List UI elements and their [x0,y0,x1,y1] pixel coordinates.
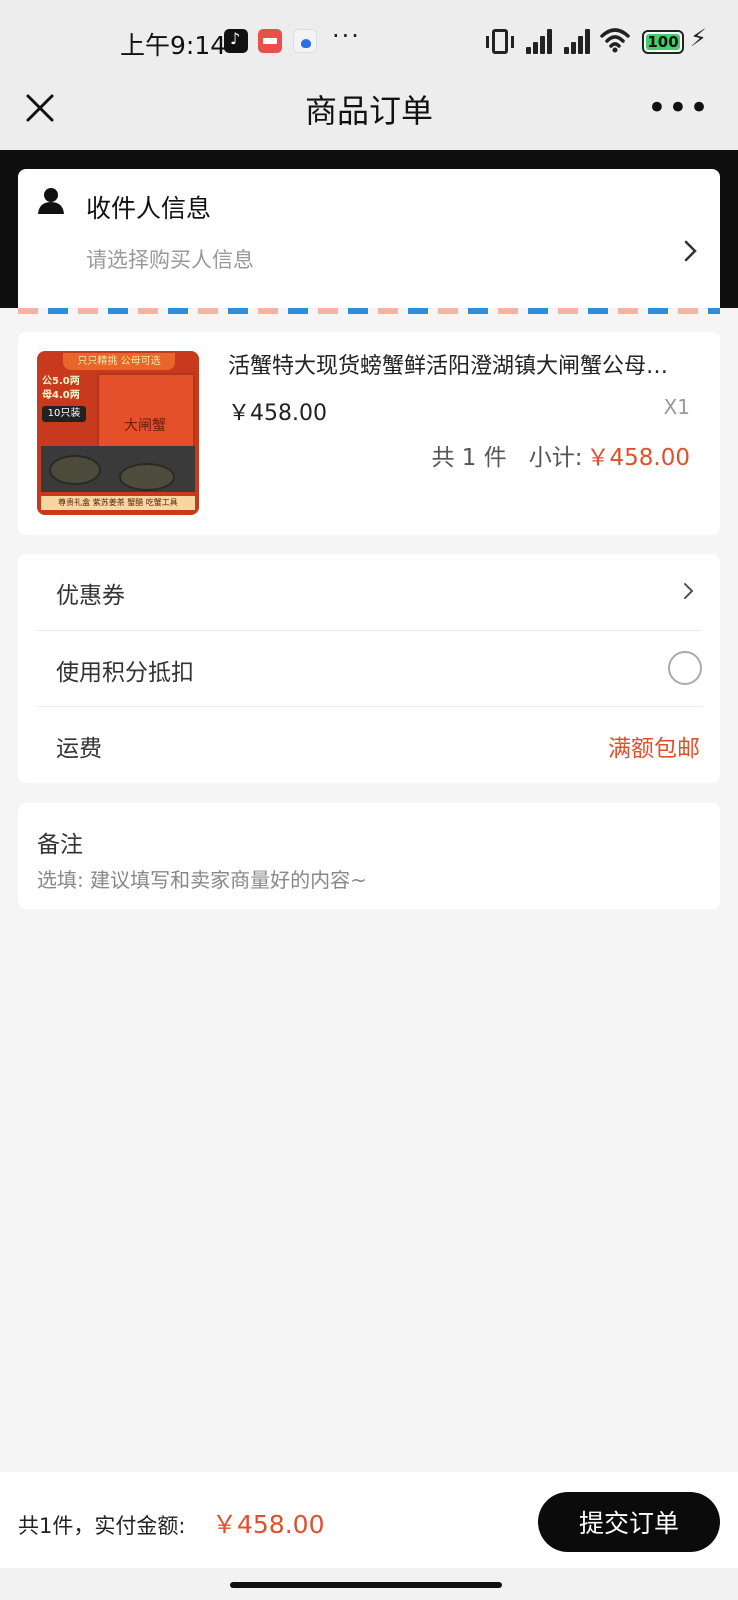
product-image[interactable]: 只只精挑 公母可选 公5.0两 母4.0两 10只装 大闸蟹 尊贵礼盒 紫苏姜茶… [37,351,199,515]
product-image-footer: 尊贵礼盒 紫苏姜茶 蟹醋 吃蟹工具 [41,496,195,510]
chevron-right-icon [684,583,694,599]
product-image-pack-tag: 10只装 [42,406,86,422]
product-name[interactable]: 活蟹特大现货螃蟹鲜活阳澄湖镇大闸蟹公母可选 [228,348,688,380]
coupon-label: 优惠券 [56,583,125,609]
product-quantity: X1 [663,395,690,419]
shipping-value: 满额包邮 [608,736,700,762]
product-price: ￥458.00 [228,401,327,426]
product-summary: 共 1 件小计: ￥458.00 [432,438,691,472]
shipping-row: 运费 满额包邮 [18,707,720,783]
tiktok-icon [224,29,248,53]
checkout-bar: 共1件，实付金额: ￥458.00 提交订单 [0,1472,738,1568]
more-dots-icon: ··· [332,22,361,50]
charging-icon: ⚡ [690,24,707,52]
shipping-label: 运费 [56,736,102,762]
wifi-icon [600,28,630,53]
more-menu-icon[interactable]: ••• [647,88,710,128]
baidu-icon [293,29,317,53]
product-image-weight-male: 公5.0两 [42,376,80,387]
submit-order-button[interactable]: 提交订单 [538,1492,720,1552]
total-value: ￥458.00 [212,1510,325,1539]
battery-icon: 100 [642,30,684,54]
crab-illustration [119,463,175,491]
vibrate-icon [486,29,514,54]
gift-box-title: 大闸蟹 [124,418,166,434]
coupon-row[interactable]: 优惠券 [18,554,720,630]
battery-percent: 100 [647,33,679,51]
person-icon [38,188,64,214]
airmail-border [18,308,720,314]
product-image-weights: 公5.0两 母4.0两 [42,375,86,403]
item-count: 共 1 件 [431,445,507,471]
product-card: 只只精挑 公母可选 公5.0两 母4.0两 10只装 大闸蟹 尊贵礼盒 紫苏姜茶… [18,332,720,535]
signal-icon [564,28,592,54]
red-app-icon [258,29,282,53]
product-image-weight-female: 母4.0两 [42,390,80,401]
chevron-right-icon [684,240,697,262]
page-title: 商品订单 [304,92,433,130]
total-label: 共1件，实付金额: [18,1514,186,1538]
nav-bar: 商品订单 ••• [0,84,738,150]
remarks-title: 备注 [37,832,83,858]
status-time: 上午9:14 [120,31,227,60]
product-image-banner: 只只精挑 公母可选 [63,353,175,370]
subtotal-value: ￥458.00 [586,445,690,471]
points-toggle[interactable] [668,651,702,685]
signal-icon [526,28,554,54]
remarks-card: 备注 [18,803,720,909]
recipient-selector[interactable]: 收件人信息 请选择购买人信息 [18,169,720,308]
points-label: 使用积分抵扣 [56,660,194,686]
recipient-hint: 请选择购买人信息 [86,248,254,272]
points-row: 使用积分抵扣 [18,631,720,707]
recipient-title: 收件人信息 [86,194,212,223]
home-indicator[interactable] [230,1582,502,1588]
remarks-input[interactable] [37,865,697,895]
order-options: 优惠券 使用积分抵扣 运费 满额包邮 [18,554,720,783]
crab-illustration [49,455,101,485]
subtotal-label: 小计: [528,445,583,471]
status-bar: 上午9:14 ··· 100 ⚡ [0,0,738,84]
